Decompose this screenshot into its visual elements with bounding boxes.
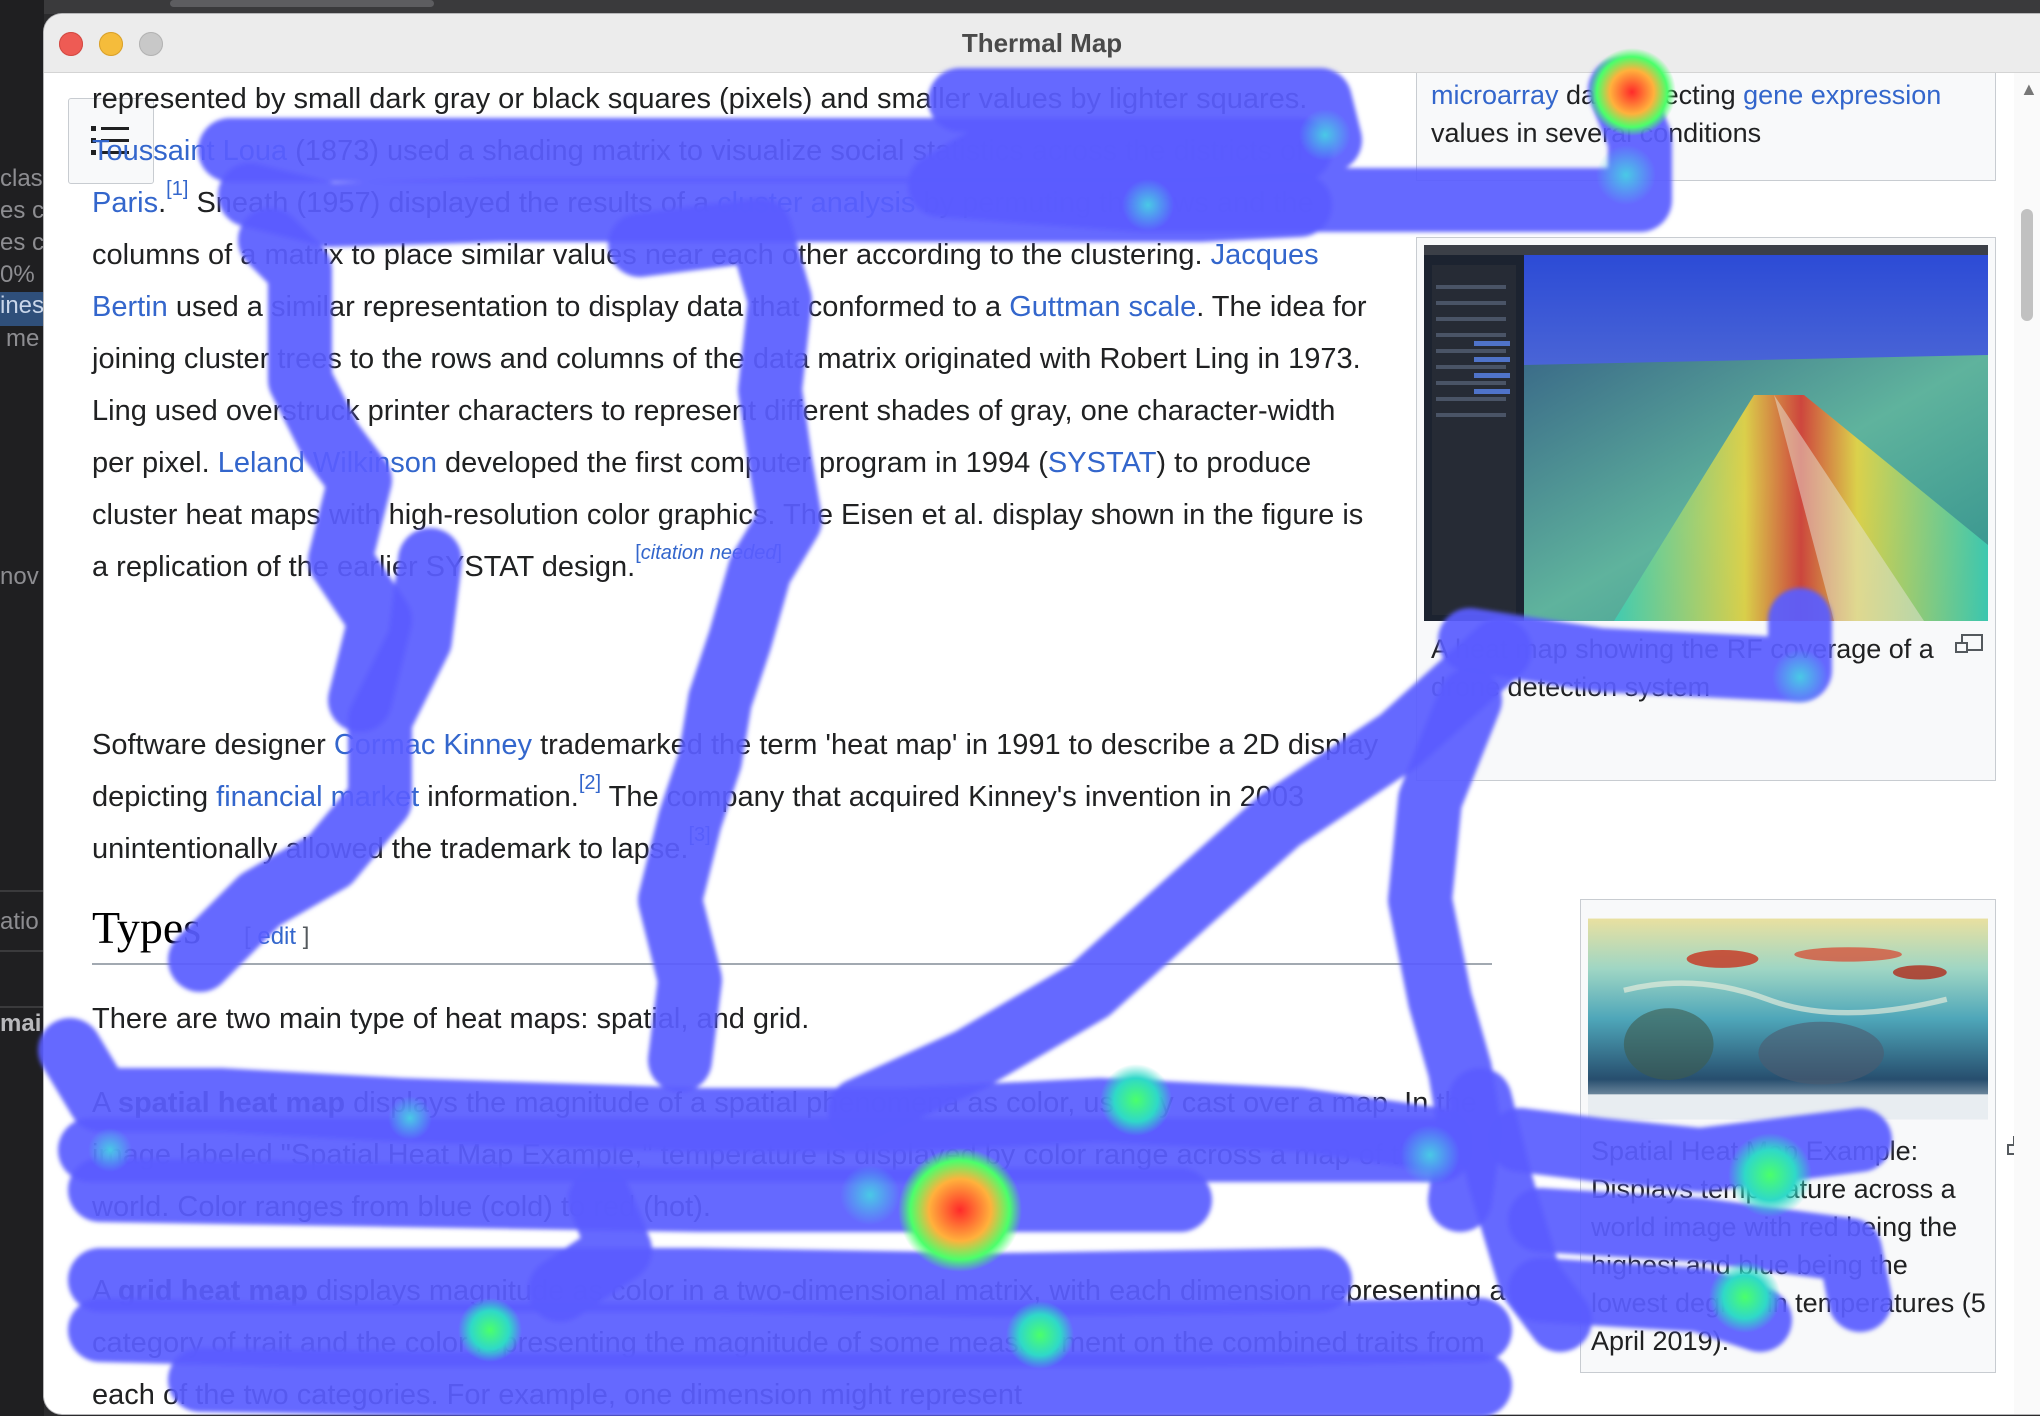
grid-heat-map-paragraph: A grid heat map displays magnitude as co… — [92, 1265, 1542, 1414]
spatial-heat-map-image[interactable] — [1588, 907, 1988, 1131]
types-heading: Types [ edit ] — [92, 899, 1492, 965]
scroll-up-arrow-icon[interactable]: ▲ — [2020, 79, 2038, 100]
background-item: 0% li — [0, 261, 44, 288]
background-top-bar — [0, 0, 2040, 14]
spatial-heat-map-figure-box: Spatial Heat Map Example: Displays tempe… — [1580, 899, 2035, 1373]
article-link[interactable]: gene expression — [1743, 80, 1941, 110]
text-run: information. — [419, 781, 579, 813]
text-run: data reflecting — [1558, 80, 1744, 110]
text-run: . — [158, 187, 167, 219]
page-content: represented by small dark gray or black … — [44, 73, 2040, 1414]
reference-link[interactable]: [1] — [166, 178, 188, 200]
app-window: Thermal Map represented by small dark gr… — [44, 14, 2040, 1414]
title-bar: Thermal Map — [44, 14, 2040, 73]
text-run: used a similar representation to display… — [167, 291, 1010, 323]
rf-coverage-figure-box: A heat map showing the RF coverage of a … — [1416, 237, 1996, 781]
article-link[interactable]: SYSTAT — [1048, 447, 1157, 479]
trademark-paragraph: Software designer Cormac Kinney trademar… — [92, 719, 1392, 875]
spatial-heat-map-paragraph: A spatial heat map displays the magnitud… — [92, 1077, 1512, 1233]
article-link[interactable]: Leland Wilkinson — [218, 447, 437, 479]
background-scrollbar — [170, 0, 434, 7]
article-link[interactable]: cluster analysis — [717, 187, 915, 219]
text-run: represented by small dark gray or black … — [92, 83, 1308, 115]
background-divider — [0, 950, 44, 952]
article-link[interactable]: Toussaint Loua — [92, 135, 287, 167]
background-app-strip: class es c es c 0% li ines me nov atio m… — [0, 0, 44, 1416]
text-run: A — [92, 1275, 118, 1307]
magnify-icon[interactable] — [1955, 634, 1983, 653]
text-run: developed the first computer program in … — [436, 447, 1048, 479]
background-item: class — [0, 165, 44, 192]
article-link[interactable]: Guttman scale — [1009, 291, 1196, 323]
background-item: es c — [0, 197, 44, 224]
microarray-figure-box: microarray data reflecting gene expressi… — [1416, 73, 1996, 181]
background-item: es c — [0, 229, 44, 256]
text-run: Software designer — [92, 729, 334, 761]
edit-label[interactable]: edit — [257, 923, 296, 950]
background-divider — [0, 1006, 44, 1008]
article-link[interactable]: Paris — [92, 187, 158, 219]
article-link[interactable]: financial market — [216, 781, 419, 813]
edit-section-link[interactable]: [ edit ] — [244, 923, 309, 951]
bold-term: grid heat map — [117, 1275, 308, 1307]
rf-coverage-caption: A heat map showing the RF coverage of a … — [1431, 634, 1934, 702]
window-title: Thermal Map — [961, 28, 1123, 58]
article-link[interactable]: microarray — [1431, 80, 1559, 110]
types-body: There are two main type of heat maps: sp… — [92, 993, 1537, 1411]
citation-needed-link[interactable]: [citation needed] — [635, 542, 782, 564]
background-divider — [0, 890, 44, 892]
text-run: (1873) used a shading matrix to visualiz… — [287, 135, 1305, 167]
spatial-heat-map-caption: Spatial Heat Map Example: Displays tempe… — [1591, 1136, 1986, 1356]
history-paragraph: represented by small dark gray or black … — [92, 73, 1382, 593]
section-heading-text: Types — [92, 902, 202, 953]
microarray-caption: microarray data reflecting gene expressi… — [1431, 76, 1981, 152]
background-item: atio — [0, 908, 39, 935]
types-intro-paragraph: There are two main type of heat maps: sp… — [92, 1003, 810, 1035]
vertical-scrollbar[interactable]: ▲ — [2014, 73, 2040, 1414]
rf-coverage-image[interactable] — [1424, 245, 1988, 621]
text-run: Sneath (1957) displayed the results of a — [188, 187, 718, 219]
scroll-thumb[interactable] — [2021, 209, 2033, 321]
bold-term: spatial heat map — [117, 1087, 346, 1119]
background-item: nov — [0, 563, 39, 590]
reference-link[interactable]: [2] — [579, 772, 601, 794]
text-run: A — [92, 1087, 118, 1119]
reference-link[interactable]: [3] — [688, 824, 710, 846]
text-run: values in several conditions — [1431, 118, 1762, 148]
article-link[interactable]: Cormac Kinney — [334, 729, 532, 761]
background-item-selected: ines — [0, 292, 44, 326]
background-item: mai — [0, 1010, 42, 1037]
